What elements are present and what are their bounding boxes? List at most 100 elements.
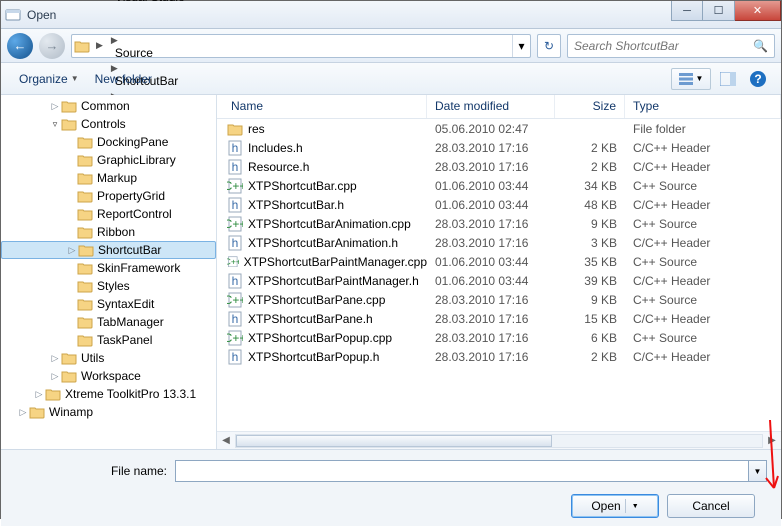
file-row[interactable]: C++XTPShortcutBarPaintManager.cpp01.06.2… xyxy=(217,252,781,271)
open-button[interactable]: Open▼ xyxy=(571,494,659,518)
svg-text:h: h xyxy=(232,274,239,288)
filename-input[interactable] xyxy=(175,460,749,482)
tree-item[interactable]: ▷ Workspace xyxy=(1,367,216,385)
refresh-button[interactable]: ↻ xyxy=(537,34,561,58)
tree-item[interactable]: Markup xyxy=(1,169,216,187)
search-box[interactable]: 🔍 xyxy=(567,34,775,58)
folder-icon xyxy=(77,279,93,293)
tree-item[interactable]: ▷Common xyxy=(1,97,216,115)
svg-text:C++: C++ xyxy=(227,217,243,231)
file-type: C/C++ Header xyxy=(625,198,781,212)
file-list[interactable]: res05.06.2010 02:47File folderhIncludes.… xyxy=(217,119,781,431)
folder-icon xyxy=(77,135,93,149)
back-button[interactable]: ← xyxy=(7,33,33,59)
tree-twisty-icon[interactable]: ▷ xyxy=(17,407,29,418)
column-headers[interactable]: Name Date modified Size Type xyxy=(217,95,781,119)
column-type[interactable]: Type xyxy=(625,95,781,118)
folder-icon xyxy=(77,207,93,221)
file-row[interactable]: C++XTPShortcutBarPane.cpp28.03.2010 17:1… xyxy=(217,290,781,309)
chevron-right-icon[interactable]: ▶ xyxy=(92,40,107,51)
folder-icon xyxy=(77,153,93,167)
organize-button[interactable]: Organize▼ xyxy=(11,68,87,90)
h-icon: h xyxy=(227,140,243,156)
file-date: 05.06.2010 02:47 xyxy=(427,122,555,136)
file-row[interactable]: res05.06.2010 02:47File folder xyxy=(217,119,781,138)
file-row[interactable]: hXTPShortcutBarPaintManager.h01.06.2010 … xyxy=(217,271,781,290)
file-size: 15 KB xyxy=(555,312,625,326)
tree-item[interactable]: TaskPanel xyxy=(1,331,216,349)
new-folder-button[interactable]: New folder xyxy=(87,68,160,90)
breadcrumb[interactable]: ▶ Visual Studio▶Xtreme ToolkitPro▶Source… xyxy=(71,34,531,58)
tree-item[interactable]: GraphicLibrary xyxy=(1,151,216,169)
h-icon: h xyxy=(227,311,243,327)
folder-icon xyxy=(61,351,77,365)
minimize-button[interactable]: ─ xyxy=(671,1,703,21)
folder-icon xyxy=(61,99,77,113)
tree-item[interactable]: Styles xyxy=(1,277,216,295)
tree-item[interactable]: TabManager xyxy=(1,313,216,331)
column-date[interactable]: Date modified xyxy=(427,95,555,118)
tree-item[interactable]: SyntaxEdit xyxy=(1,295,216,313)
close-button[interactable]: ✕ xyxy=(735,1,781,21)
scroll-right-icon[interactable]: ▶ xyxy=(763,435,781,446)
tree-twisty-icon[interactable]: ▷ xyxy=(49,353,61,364)
horizontal-scrollbar[interactable]: ◀ ▶ xyxy=(217,431,781,449)
cancel-button[interactable]: Cancel xyxy=(667,494,755,518)
svg-text:?: ? xyxy=(754,72,761,86)
view-button[interactable]: ▼ xyxy=(671,68,711,90)
folder-icon xyxy=(77,315,93,329)
search-input[interactable] xyxy=(574,39,753,53)
file-row[interactable]: hXTPShortcutBarPopup.h28.03.2010 17:162 … xyxy=(217,347,781,366)
file-row[interactable]: C++ XTPShortcutBarAnimation.cpp 28.03.2010… xyxy=(217,214,781,233)
tree-item[interactable]: ▷ShortcutBar xyxy=(1,241,216,259)
file-row[interactable]: hResource.h28.03.2010 17:162 KBC/C++ Hea… xyxy=(217,157,781,176)
tree-item[interactable]: SkinFramework xyxy=(1,259,216,277)
tree-item-label: Workspace xyxy=(81,369,141,383)
file-size: 9 KB xyxy=(555,293,625,307)
scroll-left-icon[interactable]: ◀ xyxy=(217,435,235,446)
scroll-thumb[interactable] xyxy=(236,435,552,447)
tree-item[interactable]: PropertyGrid xyxy=(1,187,216,205)
file-row[interactable]: hIncludes.h28.03.2010 17:162 KBC/C++ Hea… xyxy=(217,138,781,157)
file-type: C++ Source xyxy=(625,255,781,269)
file-size: 2 KB xyxy=(555,160,625,174)
tree-item[interactable]: ▿Controls xyxy=(1,115,216,133)
tree-item-label: Markup xyxy=(97,171,137,185)
tree-item[interactable]: DockingPane xyxy=(1,133,216,151)
tree-twisty-icon[interactable]: ▿ xyxy=(49,119,61,130)
file-date: 28.03.2010 17:16 xyxy=(427,217,555,231)
column-name[interactable]: Name xyxy=(217,95,427,118)
file-row[interactable]: hXTPShortcutBarPane.h28.03.2010 17:1615 … xyxy=(217,309,781,328)
chevron-right-icon[interactable]: ▶ xyxy=(107,35,122,45)
file-type: C/C++ Header xyxy=(625,160,781,174)
folder-icon xyxy=(78,243,94,257)
tree-item[interactable]: Ribbon xyxy=(1,223,216,241)
svg-text:C++: C++ xyxy=(227,331,243,345)
tree-item[interactable]: ReportControl xyxy=(1,205,216,223)
tree-item[interactable]: ▷Winamp xyxy=(1,403,216,421)
maximize-button[interactable]: ☐ xyxy=(703,1,735,21)
file-row[interactable]: hXTPShortcutBar.h01.06.2010 03:4448 KBC/… xyxy=(217,195,781,214)
file-row[interactable]: hXTPShortcutBarAnimation.h28.03.2010 17:… xyxy=(217,233,781,252)
breadcrumb-segment[interactable]: Source xyxy=(107,46,215,60)
preview-pane-button[interactable] xyxy=(715,68,741,90)
tree-twisty-icon[interactable]: ▷ xyxy=(49,101,61,112)
file-date: 01.06.2010 03:44 xyxy=(427,179,555,193)
h-icon: h xyxy=(227,273,243,289)
tree-twisty-icon[interactable]: ▷ xyxy=(33,389,45,400)
forward-button[interactable]: → xyxy=(39,33,65,59)
tree-item[interactable]: ▷Xtreme ToolkitPro 13.3.1 xyxy=(1,385,216,403)
tree-twisty-icon[interactable]: ▷ xyxy=(49,371,61,382)
tree-twisty-icon[interactable]: ▷ xyxy=(66,245,78,256)
folder-tree[interactable]: ▷Common▿ControlsDockingPane GraphicLibrar… xyxy=(1,95,217,449)
column-size[interactable]: Size xyxy=(555,95,625,118)
tree-item-label: GraphicLibrary xyxy=(97,153,176,167)
file-date: 28.03.2010 17:16 xyxy=(427,331,555,345)
filename-dropdown[interactable]: ▼ xyxy=(749,460,767,482)
breadcrumb-dropdown[interactable]: ▾ xyxy=(512,35,530,57)
file-row[interactable]: C++XTPShortcutBar.cpp01.06.2010 03:4434 … xyxy=(217,176,781,195)
file-name: XTPShortcutBarAnimation.cpp xyxy=(248,217,411,231)
file-row[interactable]: C++XTPShortcutBarPopup.cpp28.03.2010 17:… xyxy=(217,328,781,347)
tree-item[interactable]: ▷Utils xyxy=(1,349,216,367)
help-button[interactable]: ? xyxy=(745,68,771,90)
